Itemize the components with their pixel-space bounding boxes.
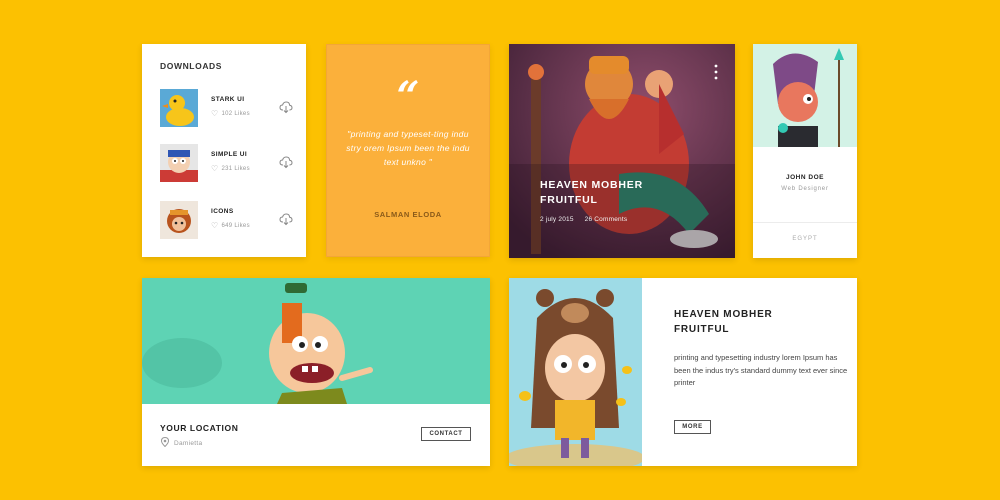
character-thumbnail (160, 201, 198, 239)
quote-icon: “ (396, 73, 420, 120)
contact-button[interactable]: CONTACT (421, 427, 471, 441)
download-item[interactable]: SIMPLE UI ♡ 231 Likes (160, 144, 300, 184)
cloud-download-icon[interactable] (279, 155, 293, 169)
duck-thumbnail (160, 89, 198, 127)
article-illustration (509, 278, 642, 466)
quote-text: "printing and typeset-ting indu stry ore… (346, 129, 470, 167)
article-text: printing and typesetting industry lorem … (674, 353, 848, 387)
profile-name: JOHN DOE (786, 174, 824, 181)
download-item-likes: ♡ 649 Likes (211, 221, 250, 230)
cloud-download-icon[interactable] (279, 212, 293, 226)
feature-post-card[interactable]: HEAVEN MOBHER FRUITFUL 2 july 2015 26 Co… (509, 44, 735, 258)
divider (753, 222, 857, 223)
download-item-name: ICONS (211, 208, 234, 215)
location-title: YOUR LOCATION (160, 423, 239, 433)
article-card: HEAVEN MOBHER FRUITFUL printing and type… (509, 278, 857, 466)
quote-card: “ "printing and typeset-ting indu stry o… (326, 44, 490, 257)
download-item-name: STARK UI (211, 96, 245, 103)
heart-icon: ♡ (211, 164, 219, 173)
feature-illustration (509, 44, 735, 258)
download-item[interactable]: STARK UI ♡ 102 Likes (160, 89, 300, 129)
cloud-download-icon[interactable] (279, 100, 293, 114)
download-item[interactable]: ICONS ♡ 649 Likes (160, 201, 300, 241)
quote-author: SALMAN ELODA (374, 210, 442, 219)
download-item-name: SIMPLE UI (211, 151, 248, 158)
downloads-card: DOWNLOADS STARK UI ♡ 102 Likes SIMPLE UI… (142, 44, 306, 257)
location-card: YOUR LOCATION Damietta CONTACT (142, 278, 490, 466)
feature-title[interactable]: HEAVEN MOBHER FRUITFUL (540, 178, 680, 208)
profile-location: EGYPT (792, 236, 818, 242)
downloads-title: DOWNLOADS (160, 61, 223, 71)
feature-comments[interactable]: 26 Comments (585, 216, 628, 223)
feature-date: 2 july 2015 (540, 216, 574, 223)
download-item-likes: ♡ 102 Likes (211, 109, 250, 118)
profile-avatar (753, 44, 857, 147)
map-pin-icon (160, 437, 170, 447)
profile-role: Web Designer (781, 186, 829, 192)
heart-icon: ♡ (211, 221, 219, 230)
download-item-likes: ♡ 231 Likes (211, 164, 250, 173)
heart-icon: ♡ (211, 109, 219, 118)
cartoon-thumbnail (160, 144, 198, 182)
more-button[interactable]: MORE (674, 420, 711, 434)
location-illustration (142, 278, 490, 404)
more-options-icon[interactable] (713, 64, 719, 80)
article-title[interactable]: HEAVEN MOBHER FRUITFUL (674, 307, 824, 337)
feature-meta: 2 july 2015 26 Comments (540, 216, 636, 223)
location-place: Damietta (160, 437, 202, 447)
profile-card: JOHN DOE Web Designer EGYPT (753, 44, 857, 258)
